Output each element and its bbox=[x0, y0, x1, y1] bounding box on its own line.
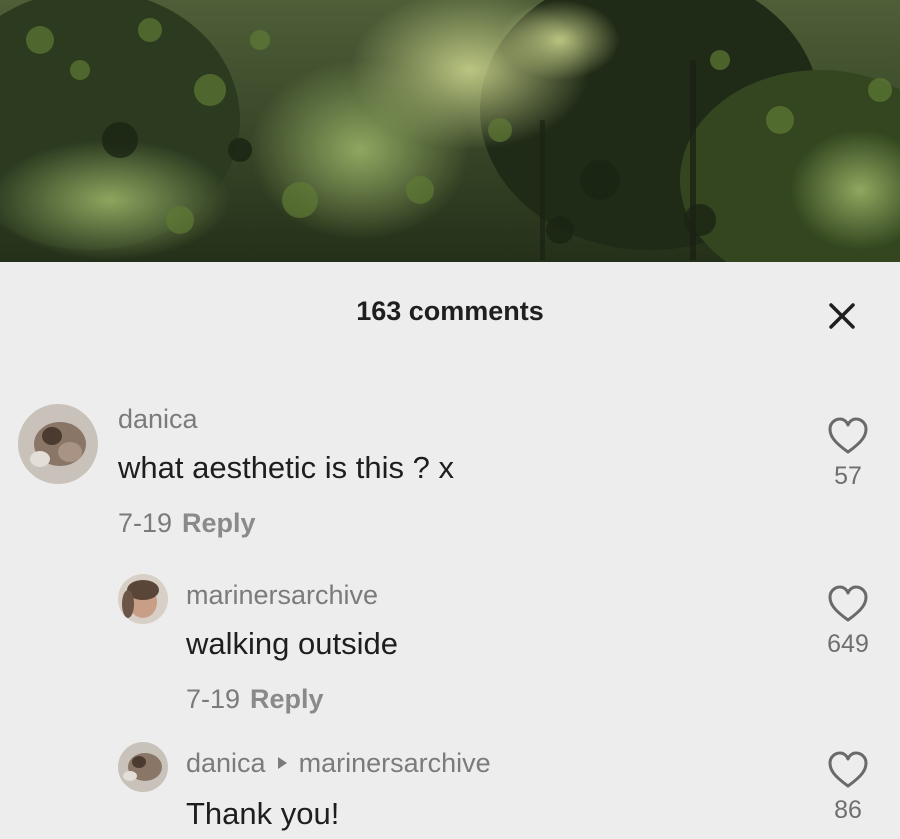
avatar[interactable] bbox=[18, 404, 98, 484]
comments-header: 163 comments bbox=[0, 262, 900, 362]
heart-icon bbox=[828, 417, 868, 454]
reply-target[interactable]: marinersarchive bbox=[299, 748, 491, 778]
app-screen: 163 comments danica what aesthetic is th… bbox=[0, 0, 900, 839]
avatar-image bbox=[18, 404, 98, 484]
avatar-image bbox=[118, 574, 168, 624]
like-button[interactable]: 649 bbox=[818, 584, 878, 659]
video-frame[interactable] bbox=[0, 0, 900, 262]
reply-button[interactable]: Reply bbox=[182, 508, 256, 538]
comment-item: danica what aesthetic is this ? x 7-19 Re… bbox=[0, 392, 900, 552]
comment-meta: 7-19 Reply bbox=[118, 508, 256, 539]
reply-item: marinersarchive walking outside 7-19 Repl… bbox=[0, 562, 900, 722]
heart-icon bbox=[828, 585, 868, 622]
like-count: 649 bbox=[827, 630, 869, 658]
reply-author[interactable]: danica bbox=[186, 748, 266, 778]
reply-arrow-icon bbox=[277, 756, 287, 769]
like-button[interactable]: 86 bbox=[818, 750, 878, 825]
forest-image bbox=[0, 0, 900, 262]
comment-username[interactable]: marinersarchive bbox=[186, 580, 378, 611]
close-icon bbox=[829, 303, 855, 329]
like-count: 86 bbox=[834, 796, 862, 824]
comment-username[interactable]: danica bbox=[118, 404, 198, 435]
comment-date: 7-19 bbox=[186, 684, 241, 714]
like-button[interactable]: 57 bbox=[818, 416, 878, 491]
like-count: 57 bbox=[834, 462, 862, 490]
comment-text: Thank you! bbox=[186, 796, 340, 831]
comments-count-title: 163 comments bbox=[356, 296, 544, 326]
comments-sheet: 163 comments danica what aesthetic is th… bbox=[0, 262, 900, 839]
avatar-image bbox=[118, 742, 168, 792]
comment-text: what aesthetic is this ? x bbox=[118, 450, 454, 485]
comment-username: danica marinersarchive bbox=[186, 748, 491, 779]
avatar[interactable] bbox=[118, 574, 168, 624]
comment-meta: 7-19 Reply bbox=[186, 684, 324, 715]
comment-text: walking outside bbox=[186, 626, 398, 661]
close-button[interactable] bbox=[824, 298, 860, 334]
comment-date: 7-19 bbox=[118, 508, 173, 538]
heart-icon bbox=[828, 751, 868, 788]
reply-button[interactable]: Reply bbox=[250, 684, 324, 714]
reply-item: danica marinersarchive Thank you! 86 bbox=[0, 732, 900, 839]
avatar[interactable] bbox=[118, 742, 168, 792]
